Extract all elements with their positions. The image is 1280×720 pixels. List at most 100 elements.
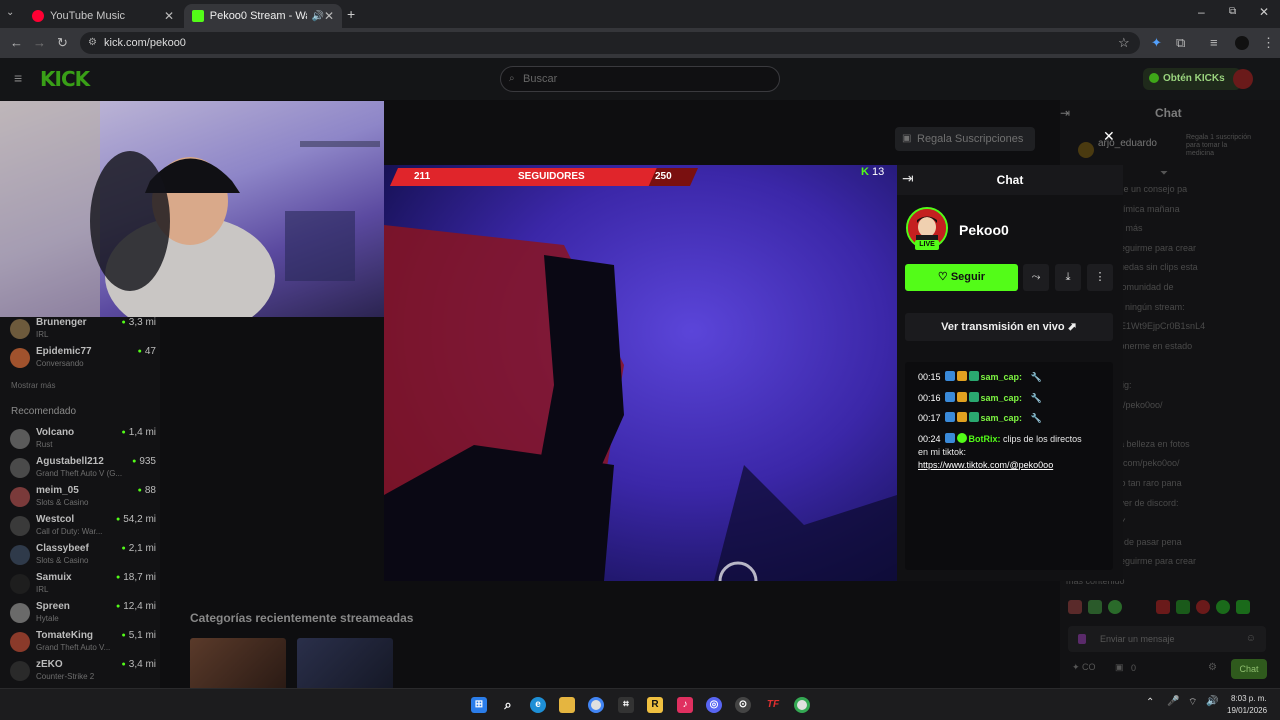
emote-icon[interactable] — [1108, 600, 1122, 614]
chat-points-icon[interactable]: ✦ CO — [1072, 662, 1096, 673]
sidebar-channel[interactable]: Samuix IRL 18,7 mi — [10, 571, 160, 599]
channel-name: Epidemic77 — [36, 346, 92, 357]
sidebar-channel[interactable]: Brunenger IRL 3,3 mi — [10, 316, 160, 344]
more-options-button[interactable]: ⋮ — [1087, 264, 1113, 291]
minimize-icon[interactable]: – — [1198, 5, 1205, 19]
viewer-count: 88 — [138, 485, 156, 496]
show-more-link[interactable]: Mostrar más — [11, 381, 55, 390]
emote-icon[interactable] — [1068, 600, 1082, 614]
channel-name[interactable]: Pekoo0 — [959, 222, 1009, 238]
volume-icon[interactable]: 🔊 — [1206, 696, 1218, 707]
download-button[interactable]: ⤓ — [1055, 264, 1081, 291]
sidebar-channel[interactable]: Classybeef Slots & Casino 2,1 mi — [10, 542, 160, 570]
tab-youtube-music[interactable]: YouTube Music ✕ — [24, 4, 182, 28]
rockstar-icon[interactable]: R — [647, 697, 663, 713]
category-thumbnail[interactable] — [190, 638, 286, 688]
emote-icon[interactable] — [1176, 600, 1190, 614]
moderator-badge-icon — [944, 412, 955, 422]
chat-settings-icon[interactable]: ⚙ — [1208, 662, 1217, 673]
sidebar-channel[interactable]: Epidemic77 Conversando 47 — [10, 345, 160, 373]
tab-title: Pekoo0 Stream - Watch Liv — [209, 10, 308, 22]
sidebar-channel[interactable]: Agustabell212 Grand Theft Auto V (G... 935 — [10, 455, 160, 483]
share-button[interactable]: ⤳ — [1023, 264, 1049, 291]
get-kicks-button[interactable]: Obtén KICKs — [1143, 68, 1241, 90]
extension-icon[interactable]: ✦ — [1151, 35, 1162, 51]
url-input[interactable]: ⚙ kick.com/pekoo0 — [80, 32, 1140, 54]
sidebar-channel[interactable]: TomateKing Grand Theft Auto V... 5,1 mi — [10, 629, 160, 657]
sidebar-channel[interactable]: zEKO Counter-Strike 2 3,4 mi — [10, 658, 160, 686]
kick-logo[interactable]: KICK — [40, 67, 90, 91]
avatar — [10, 661, 30, 681]
forward-icon[interactable]: → — [33, 35, 46, 50]
gift-subscriptions-button[interactable]: ▣ Regala Suscripciones — [895, 127, 1035, 151]
discord-icon[interactable]: ◎ — [706, 697, 722, 713]
menu-kebab-icon[interactable]: ⋮ — [1262, 35, 1275, 51]
back-icon[interactable]: ← — [10, 35, 23, 50]
url-text: kick.com/pekoo0 — [104, 37, 186, 49]
watch-live-button[interactable]: Ver transmisión en vivo ⬈ — [905, 313, 1113, 341]
subscriber-badge-icon — [968, 371, 979, 381]
taskbar-date[interactable]: 19/01/2026 — [1227, 706, 1267, 715]
sidebar-channel[interactable]: Spreen Hytale 12,4 mi — [10, 600, 160, 628]
start-windows-icon[interactable]: ⊞ — [471, 697, 487, 713]
search-icon[interactable]: ⌕ — [500, 697, 516, 713]
chat-message: 00:17 sam_cap: 🔧 — [918, 412, 1042, 424]
stream-video[interactable] — [384, 165, 897, 581]
microphone-icon[interactable]: 🎤 — [1167, 696, 1179, 707]
user-avatar[interactable] — [1233, 69, 1253, 89]
collapse-chat-icon[interactable]: ⇥ — [1060, 106, 1070, 120]
emote-icon[interactable] — [1156, 600, 1170, 614]
chrome-profile-icon[interactable] — [794, 697, 810, 713]
chrome-icon[interactable] — [588, 697, 604, 713]
new-tab-icon[interactable]: + — [347, 6, 355, 22]
message-link[interactable]: https://www.tiktok.com/@peko0oo — [918, 460, 1053, 470]
sidebar-channel[interactable]: Westcol Call of Duty: War... 54,2 mi — [10, 513, 160, 541]
hamburger-menu-icon[interactable]: ≡ — [14, 70, 22, 86]
close-tab-icon[interactable]: ✕ — [324, 9, 334, 23]
tab-search-chevron-icon[interactable]: ⌄ — [6, 7, 14, 18]
follow-button[interactable]: ♡ Seguir — [905, 264, 1018, 291]
message-username[interactable]: sam_cap: — [981, 413, 1023, 423]
emote-icon[interactable] — [1236, 600, 1250, 614]
taskbar-time[interactable]: 8:03 p. m. — [1231, 694, 1267, 703]
search-input[interactable]: ⌕ Buscar — [500, 66, 780, 92]
kicks-coin-icon — [1149, 73, 1159, 83]
close-tab-icon[interactable]: ✕ — [164, 9, 174, 23]
edge-icon[interactable]: e — [530, 697, 546, 713]
extensions-puzzle-icon[interactable]: ⧉ — [1176, 35, 1185, 51]
tiktok-icon[interactable]: ♪ — [677, 697, 693, 713]
chat-chips-count: 0 — [1131, 663, 1137, 673]
profile-avatar-icon[interactable] — [1235, 36, 1249, 50]
search-icon: ⌕ — [509, 73, 515, 84]
chat-message-input[interactable]: Enviar un mensaje ☺ — [1068, 626, 1266, 652]
category-thumbnail[interactable] — [297, 638, 393, 688]
emote-icon[interactable] — [1088, 600, 1102, 614]
message-username[interactable]: BotRix: — [969, 434, 1001, 444]
tray-chevron-icon[interactable]: ⌃ — [1146, 697, 1154, 708]
capcut-icon[interactable]: ⌗ — [618, 697, 634, 713]
message-username[interactable]: sam_cap: — [981, 372, 1023, 382]
sidebar-channel[interactable]: Volcano Rust 1,4 mi — [10, 426, 160, 454]
tab-kick-stream[interactable]: Pekoo0 Stream - Watch Liv 🔊 ✕ — [184, 4, 342, 28]
media-control-icon[interactable]: ≡ — [1210, 35, 1218, 50]
viewer-count: 12,4 mi — [116, 601, 156, 612]
reload-icon[interactable]: ↻ — [57, 35, 68, 51]
emoji-icon[interactable]: ☺ — [1246, 626, 1256, 652]
pinned-filter-icon[interactable]: ⏷ — [1160, 168, 1168, 179]
app-icon[interactable]: ⊙ — [735, 697, 751, 713]
restore-icon[interactable]: ⧉ — [1229, 6, 1236, 17]
speaker-icon[interactable]: 🔊 — [311, 11, 323, 22]
site-info-icon[interactable]: ⚙ — [88, 32, 97, 54]
sidebar-channel[interactable]: meim_05 Slots & Casino 88 — [10, 484, 160, 512]
file-explorer-icon[interactable] — [559, 697, 575, 713]
message-username[interactable]: sam_cap: — [981, 393, 1023, 403]
chat-send-button[interactable]: Chat — [1231, 659, 1267, 679]
close-window-icon[interactable]: ✕ — [1259, 5, 1269, 19]
chat-chips-icon[interactable]: ▣ — [1115, 662, 1124, 673]
close-popup-icon[interactable]: ✕ — [1103, 128, 1115, 145]
emote-icon[interactable] — [1196, 600, 1210, 614]
bookmark-star-icon[interactable]: ☆ — [1118, 35, 1130, 51]
wifi-icon[interactable]: ⌔ — [1188, 696, 1197, 709]
emote-icon[interactable] — [1216, 600, 1230, 614]
tf-app-icon[interactable]: TF — [765, 697, 781, 713]
